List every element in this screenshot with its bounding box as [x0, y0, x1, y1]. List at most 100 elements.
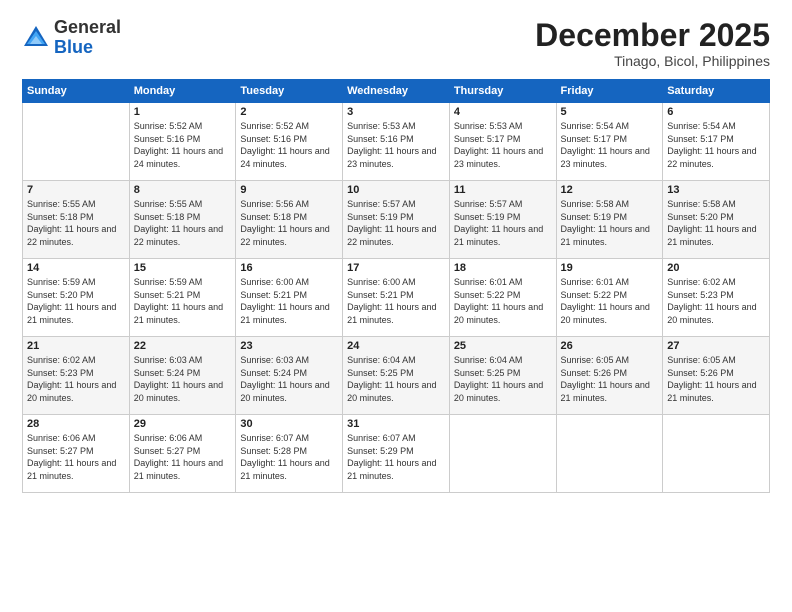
- day-number: 8: [134, 184, 232, 196]
- col-monday: Monday: [129, 80, 236, 103]
- table-row: [449, 415, 556, 493]
- table-row: 27Sunrise: 6:05 AM Sunset: 5:26 PM Dayli…: [663, 337, 770, 415]
- day-number: 13: [667, 184, 765, 196]
- day-number: 4: [454, 106, 552, 118]
- table-row: 20 Sunrise: 6:02 AM Sunset: 5:23 PM Dayli…: [663, 259, 770, 337]
- table-row: 10Sunrise: 5:57 AM Sunset: 5:19 PM Dayli…: [343, 181, 450, 259]
- day-info: Sunrise: 5:59 AM Sunset: 5:20 PM Dayligh…: [27, 276, 125, 326]
- table-row: 25Sunrise: 6:04 AM Sunset: 5:25 PM Dayli…: [449, 337, 556, 415]
- day-info: Sunrise: 6:06 AM Sunset: 5:27 PM Dayligh…: [27, 432, 125, 482]
- table-row: 22 Sunrise: 6:03 AM Sunset: 5:24 PM Dayli…: [129, 337, 236, 415]
- logo-text: General Blue: [54, 18, 121, 58]
- col-tuesday: Tuesday: [236, 80, 343, 103]
- table-row: 19 Sunrise: 6:01 AM Sunset: 5:22 PM Dayli…: [556, 259, 663, 337]
- table-row: 14 Sunrise: 5:59 AM Sunset: 5:20 PM Dayli…: [23, 259, 130, 337]
- table-row: 29 Sunrise: 6:06 AM Sunset: 5:27 PM Dayli…: [129, 415, 236, 493]
- calendar-header-row: Sunday Monday Tuesday Wednesday Thursday…: [23, 80, 770, 103]
- day-info: Sunrise: 5:56 AM Sunset: 5:18 PM Dayligh…: [240, 198, 338, 248]
- day-info: Sunrise: 5:59 AM Sunset: 5:21 PM Dayligh…: [134, 276, 232, 326]
- day-info: Sunrise: 6:02 AM Sunset: 5:23 PM Dayligh…: [667, 276, 765, 326]
- table-row: 5Sunrise: 5:54 AM Sunset: 5:17 PM Daylig…: [556, 103, 663, 181]
- table-row: 24 Sunrise: 6:04 AM Sunset: 5:25 PM Dayli…: [343, 337, 450, 415]
- table-row: 13 Sunrise: 5:58 AM Sunset: 5:20 PM Dayli…: [663, 181, 770, 259]
- table-row: 1 Sunrise: 5:52 AM Sunset: 5:16 PM Daylig…: [129, 103, 236, 181]
- table-row: 18Sunrise: 6:01 AM Sunset: 5:22 PM Dayli…: [449, 259, 556, 337]
- day-number: 20: [667, 262, 765, 274]
- logo-general-text: General: [54, 17, 121, 37]
- day-info: Sunrise: 6:06 AM Sunset: 5:27 PM Dayligh…: [134, 432, 232, 482]
- day-number: 12: [561, 184, 659, 196]
- day-info: Sunrise: 6:01 AM Sunset: 5:22 PM Dayligh…: [561, 276, 659, 326]
- day-number: 27: [667, 340, 765, 352]
- day-number: 29: [134, 418, 232, 430]
- calendar-week-row: 1 Sunrise: 5:52 AM Sunset: 5:16 PM Daylig…: [23, 103, 770, 181]
- header: General Blue December 2025 Tinago, Bicol…: [22, 18, 770, 69]
- day-info: Sunrise: 6:03 AM Sunset: 5:24 PM Dayligh…: [240, 354, 338, 404]
- day-info: Sunrise: 5:55 AM Sunset: 5:18 PM Dayligh…: [27, 198, 125, 248]
- day-number: 2: [240, 106, 338, 118]
- day-number: 17: [347, 262, 445, 274]
- table-row: 15Sunrise: 5:59 AM Sunset: 5:21 PM Dayli…: [129, 259, 236, 337]
- day-number: 5: [561, 106, 659, 118]
- col-sunday: Sunday: [23, 80, 130, 103]
- day-info: Sunrise: 6:05 AM Sunset: 5:26 PM Dayligh…: [561, 354, 659, 404]
- day-number: 28: [27, 418, 125, 430]
- day-number: 23: [240, 340, 338, 352]
- day-number: 22: [134, 340, 232, 352]
- col-friday: Friday: [556, 80, 663, 103]
- day-number: 1: [134, 106, 232, 118]
- col-saturday: Saturday: [663, 80, 770, 103]
- table-row: 8 Sunrise: 5:55 AM Sunset: 5:18 PM Daylig…: [129, 181, 236, 259]
- table-row: 23 Sunrise: 6:03 AM Sunset: 5:24 PM Dayli…: [236, 337, 343, 415]
- day-number: 18: [454, 262, 552, 274]
- day-number: 24: [347, 340, 445, 352]
- table-row: 4Sunrise: 5:53 AM Sunset: 5:17 PM Daylig…: [449, 103, 556, 181]
- day-number: 6: [667, 106, 765, 118]
- day-number: 3: [347, 106, 445, 118]
- day-info: Sunrise: 5:55 AM Sunset: 5:18 PM Dayligh…: [134, 198, 232, 248]
- day-number: 21: [27, 340, 125, 352]
- calendar-week-row: 7Sunrise: 5:55 AM Sunset: 5:18 PM Daylig…: [23, 181, 770, 259]
- page: General Blue December 2025 Tinago, Bicol…: [0, 0, 792, 612]
- day-number: 16: [240, 262, 338, 274]
- day-info: Sunrise: 5:58 AM Sunset: 5:19 PM Dayligh…: [561, 198, 659, 248]
- table-row: 26 Sunrise: 6:05 AM Sunset: 5:26 PM Dayli…: [556, 337, 663, 415]
- day-info: Sunrise: 6:00 AM Sunset: 5:21 PM Dayligh…: [240, 276, 338, 326]
- day-info: Sunrise: 5:53 AM Sunset: 5:16 PM Dayligh…: [347, 120, 445, 170]
- day-number: 11: [454, 184, 552, 196]
- day-info: Sunrise: 6:04 AM Sunset: 5:25 PM Dayligh…: [347, 354, 445, 404]
- table-row: 21 Sunrise: 6:02 AM Sunset: 5:23 PM Dayli…: [23, 337, 130, 415]
- day-number: 25: [454, 340, 552, 352]
- day-info: Sunrise: 6:03 AM Sunset: 5:24 PM Dayligh…: [134, 354, 232, 404]
- table-row: 16 Sunrise: 6:00 AM Sunset: 5:21 PM Dayli…: [236, 259, 343, 337]
- table-row: 30 Sunrise: 6:07 AM Sunset: 5:28 PM Dayli…: [236, 415, 343, 493]
- day-number: 9: [240, 184, 338, 196]
- day-info: Sunrise: 5:57 AM Sunset: 5:19 PM Dayligh…: [454, 198, 552, 248]
- day-number: 31: [347, 418, 445, 430]
- day-info: Sunrise: 5:58 AM Sunset: 5:20 PM Dayligh…: [667, 198, 765, 248]
- day-info: Sunrise: 6:02 AM Sunset: 5:23 PM Dayligh…: [27, 354, 125, 404]
- table-row: 31Sunrise: 6:07 AM Sunset: 5:29 PM Dayli…: [343, 415, 450, 493]
- table-row: [556, 415, 663, 493]
- day-number: 26: [561, 340, 659, 352]
- day-info: Sunrise: 5:52 AM Sunset: 5:16 PM Dayligh…: [134, 120, 232, 170]
- month-title: December 2025: [535, 18, 770, 53]
- table-row: 6 Sunrise: 5:54 AM Sunset: 5:17 PM Daylig…: [663, 103, 770, 181]
- table-row: 11 Sunrise: 5:57 AM Sunset: 5:19 PM Dayli…: [449, 181, 556, 259]
- day-number: 30: [240, 418, 338, 430]
- table-row: [23, 103, 130, 181]
- col-wednesday: Wednesday: [343, 80, 450, 103]
- table-row: 17Sunrise: 6:00 AM Sunset: 5:21 PM Dayli…: [343, 259, 450, 337]
- title-block: December 2025 Tinago, Bicol, Philippines: [535, 18, 770, 69]
- day-info: Sunrise: 5:57 AM Sunset: 5:19 PM Dayligh…: [347, 198, 445, 248]
- day-info: Sunrise: 5:52 AM Sunset: 5:16 PM Dayligh…: [240, 120, 338, 170]
- calendar-table: Sunday Monday Tuesday Wednesday Thursday…: [22, 79, 770, 493]
- day-number: 14: [27, 262, 125, 274]
- table-row: 12 Sunrise: 5:58 AM Sunset: 5:19 PM Dayli…: [556, 181, 663, 259]
- table-row: 28 Sunrise: 6:06 AM Sunset: 5:27 PM Dayli…: [23, 415, 130, 493]
- day-info: Sunrise: 5:54 AM Sunset: 5:17 PM Dayligh…: [667, 120, 765, 170]
- table-row: 9 Sunrise: 5:56 AM Sunset: 5:18 PM Daylig…: [236, 181, 343, 259]
- day-info: Sunrise: 6:07 AM Sunset: 5:28 PM Dayligh…: [240, 432, 338, 482]
- location: Tinago, Bicol, Philippines: [535, 53, 770, 69]
- day-number: 19: [561, 262, 659, 274]
